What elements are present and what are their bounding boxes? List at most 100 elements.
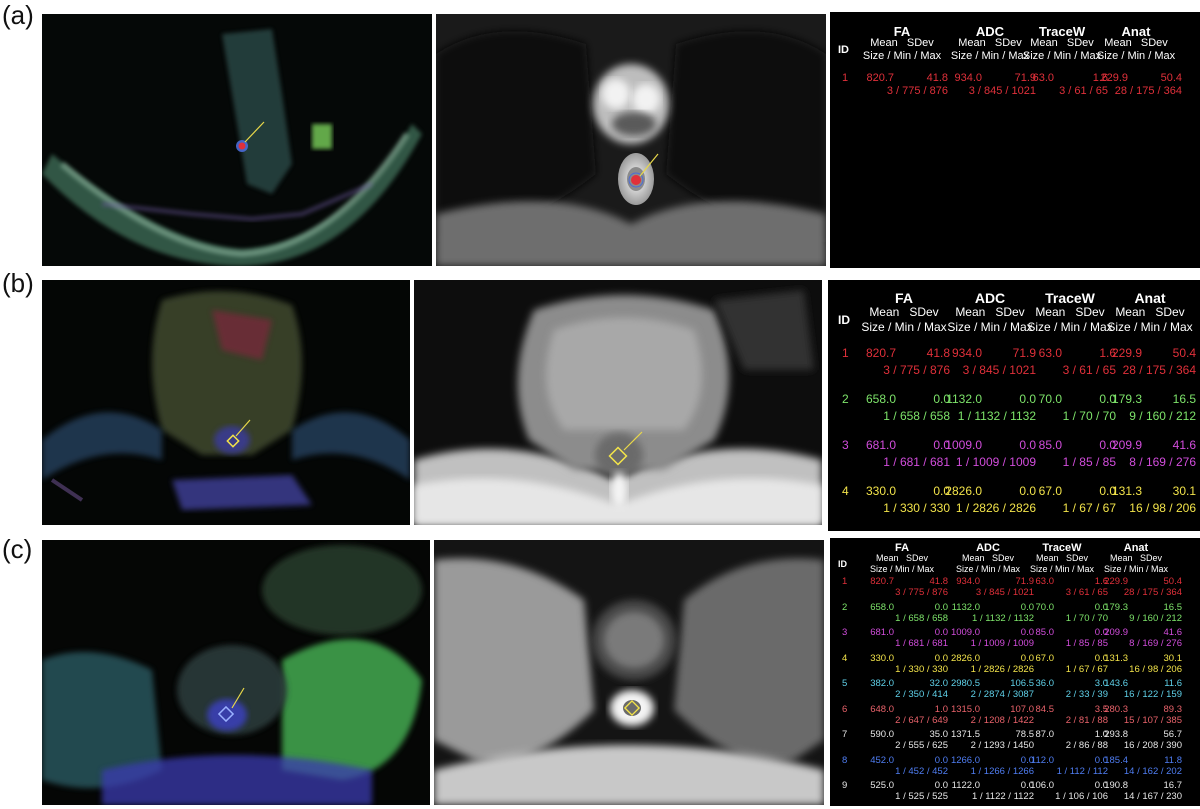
roi-mean-value: 658.0 <box>865 392 896 406</box>
roi-mean-value: 648.0 <box>870 703 894 715</box>
roi-sdev-value: 11.8 <box>1164 754 1182 766</box>
roi-size-min-max: 9 / 160 / 212 <box>1129 409 1196 423</box>
column-group-header: Anat <box>1134 290 1166 306</box>
panel-label-a: (a) <box>2 0 34 30</box>
roi-size-min-max: 14 / 162 / 202 <box>1123 765 1182 777</box>
roi-mean-value: 63.0 <box>1032 72 1054 84</box>
roi-size-min-max: 3 / 775 / 876 <box>883 363 950 377</box>
column-subheader-size-min-max: Size / Min / Max <box>1096 50 1176 62</box>
roi-size-min-max: 28 / 175 / 364 <box>1122 363 1196 377</box>
t2-axial-image-b <box>414 280 822 525</box>
roi-mean-value: 681.0 <box>870 627 894 638</box>
roi-size-min-max: 1 / 330 / 330 <box>895 663 948 675</box>
column-subheader-mean-sdev: Mean SDev <box>1104 37 1168 49</box>
roi-sdev-value: 50.4 <box>1172 346 1196 360</box>
roi-size-min-max: 28 / 175 / 364 <box>1114 85 1182 97</box>
roi-size-min-max: 9 / 160 / 212 <box>1129 612 1182 624</box>
fa-colormap-image-a <box>42 14 432 266</box>
roi-mean-value: 131.3 <box>1111 484 1142 498</box>
roi-mean-value: 820.7 <box>865 346 896 360</box>
roi-size-min-max: 3 / 775 / 876 <box>886 85 948 97</box>
roi-id: 7 <box>842 729 848 740</box>
roi-sdev-value: 16.5 <box>1172 392 1196 406</box>
roi-mean-value: 590.0 <box>870 729 894 740</box>
roi-size-min-max: 1 / 525 / 525 <box>895 791 948 802</box>
roi-size-min-max: 1 / 452 / 452 <box>895 765 948 777</box>
roi-size-min-max: 16 / 122 / 159 <box>1123 689 1182 700</box>
roi-mean-value: 229.9 <box>1104 576 1128 587</box>
roi-sdev-value: 89.3 <box>1163 703 1183 715</box>
roi-size-min-max: 1 / 658 / 658 <box>895 612 948 624</box>
column-group-header: FA <box>895 290 913 306</box>
roi-sdev-value: 16.5 <box>1163 601 1183 613</box>
roi-mean-value: 106.0 <box>1030 780 1054 791</box>
roi-size-min-max: 3 / 775 / 876 <box>895 587 948 598</box>
roi-id: 9 <box>842 780 848 791</box>
roi-mean-value: 179.3 <box>1111 392 1142 406</box>
roi-size-min-max: 1 / 658 / 658 <box>883 409 950 423</box>
roi-mean-value: 229.9 <box>1100 72 1128 84</box>
panel-label-b: (b) <box>2 268 34 298</box>
roi-mean-value: 934.0 <box>951 346 982 360</box>
roi-mean-value: 293.8 <box>1104 729 1128 740</box>
roi-size-min-max: 8 / 169 / 276 <box>1129 638 1182 649</box>
fa-colormap-image-c <box>42 540 430 805</box>
roi-mean-value: 1315.0 <box>950 703 980 715</box>
roi-mean-value: 70.0 <box>1038 392 1062 406</box>
roi-mean-value: 112.0 <box>1030 754 1054 766</box>
column-subheader-size-min-max: Size / Min / Max <box>869 564 934 574</box>
roi-mean-value: 330.0 <box>870 652 894 664</box>
roi-table-a: ID FA Mean SDev Size / Min / Max ADC Mean SDe… <box>830 12 1200 268</box>
roi-mean-value: 209.9 <box>1104 627 1128 638</box>
roi-mean-value: 87.0 <box>1035 729 1055 740</box>
roi-mean-value: 1132.0 <box>951 601 980 613</box>
roi-table-b: ID FA Mean SDev Size / Min / Max ADC Mean SDe… <box>828 280 1200 531</box>
roi-id: 1 <box>842 346 849 360</box>
roi-mean-value: 179.3 <box>1104 601 1128 613</box>
roi-mean-value: 131.3 <box>1104 652 1128 664</box>
roi-id: 1 <box>842 72 849 84</box>
column-subheader-size-min-max: Size / Min / Max <box>1107 320 1193 334</box>
roi-sdev-value: 56.7 <box>1163 729 1183 740</box>
roi-mean-value: 229.9 <box>1111 346 1142 360</box>
column-subheader-mean-sdev: Mean SDev <box>875 553 929 563</box>
roi-id: 5 <box>842 678 848 689</box>
roi-mean-value: 85.0 <box>1035 627 1055 638</box>
roi-size-min-max: 16 / 98 / 206 <box>1129 663 1182 675</box>
roi-mean-value: 1122.0 <box>951 780 980 791</box>
roi-size-min-max: 28 / 175 / 364 <box>1123 587 1182 598</box>
roi-mean-value: 209.9 <box>1111 438 1142 452</box>
roi-size-min-max: 1 / 330 / 330 <box>883 501 950 515</box>
roi-mean-value: 820.7 <box>870 576 894 587</box>
column-subheader-mean-sdev: Mean SDev <box>869 305 939 319</box>
roi-id: 8 <box>842 754 848 766</box>
roi-mean-value: 84.5 <box>1035 703 1055 715</box>
roi-size-min-max: 1 / 681 / 681 <box>883 455 950 469</box>
roi-size-min-max: 16 / 208 / 390 <box>1123 740 1182 751</box>
roi-size-min-max: 16 / 98 / 206 <box>1129 501 1196 515</box>
roi-mean-value: 63.0 <box>1038 346 1062 360</box>
roi-mean-value: 190.8 <box>1104 780 1128 791</box>
roi-id: 4 <box>842 652 848 664</box>
roi-mean-value: 143.6 <box>1104 678 1128 689</box>
roi-size-min-max: 14 / 167 / 230 <box>1123 791 1182 802</box>
roi-mean-value: 382.0 <box>870 678 894 689</box>
roi-mean-value: 1009.0 <box>950 627 980 638</box>
column-subheader-size-min-max: Size / Min / Max <box>1103 564 1168 574</box>
roi-mean-value: 658.0 <box>870 601 894 613</box>
roi-sdev-value: 30.1 <box>1172 484 1196 498</box>
panel-label-c: (c) <box>2 534 33 564</box>
roi-mean-value: 1132.0 <box>946 392 982 406</box>
roi-mean-value: 820.7 <box>866 72 894 84</box>
roi-id: 3 <box>842 627 848 638</box>
roi-table-c: ID FA Mean SDev Size / Min / Max ADC Mean SDe… <box>830 538 1200 806</box>
roi-size-min-max: 2 / 555 / 625 <box>895 740 948 751</box>
roi-size-min-max: 2 / 647 / 649 <box>895 714 948 726</box>
roi-size-min-max: 8 / 169 / 276 <box>1129 455 1196 469</box>
roi-size-min-max: 2 / 350 / 414 <box>895 689 948 700</box>
column-subheader-size-min-max: Size / Min / Max <box>861 320 947 334</box>
column-subheader-size-min-max: Size / Min / Max <box>862 50 942 62</box>
id-header: ID <box>838 558 847 569</box>
roi-sdev-value: 11.6 <box>1164 678 1182 689</box>
roi-mean-value: 934.0 <box>954 72 982 84</box>
